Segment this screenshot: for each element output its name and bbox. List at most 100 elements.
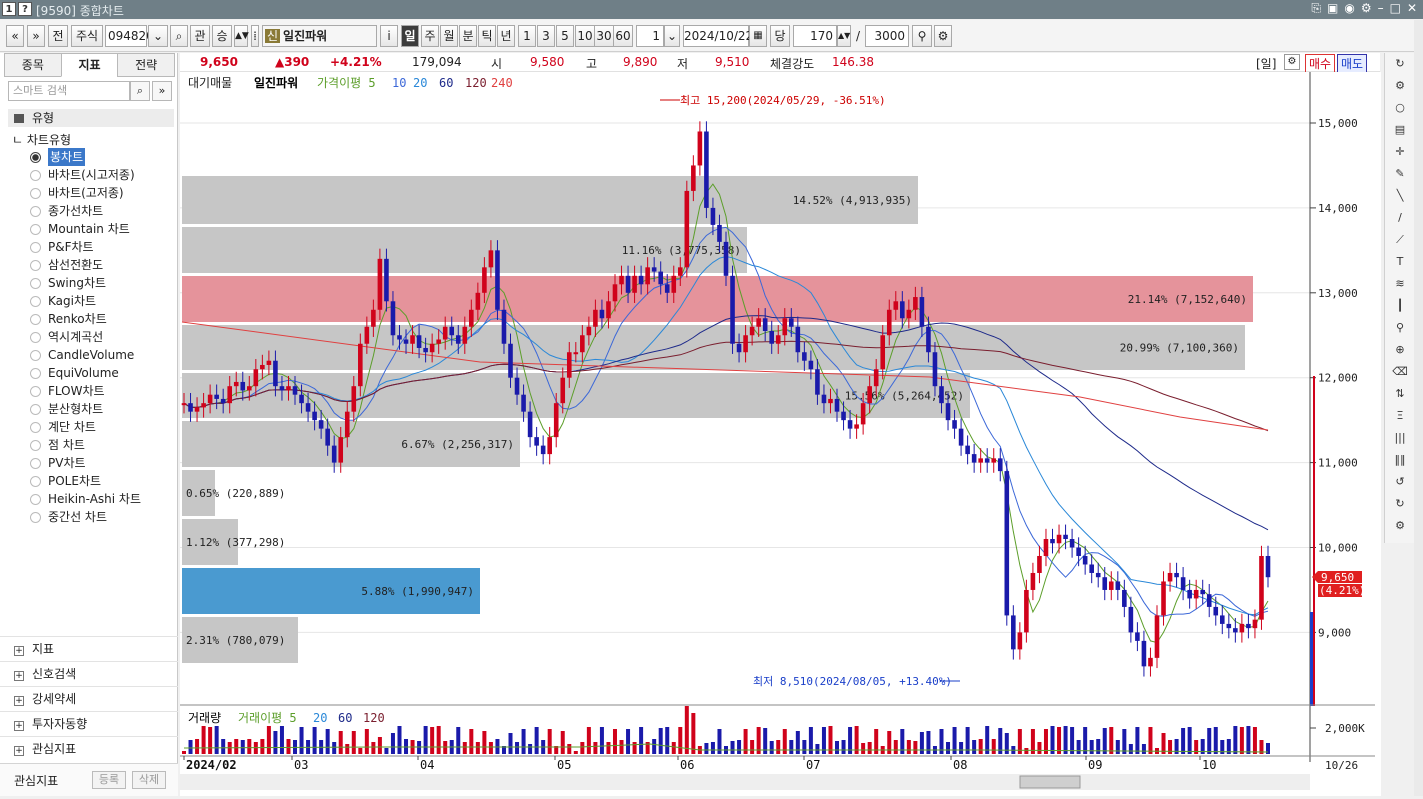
minimize-icon[interactable]: –	[1378, 1, 1384, 16]
fibonacci-icon[interactable]: ≋	[1385, 273, 1415, 295]
chart-type-item[interactable]: EquiVolume	[30, 364, 141, 382]
minute-10[interactable]: 10	[575, 25, 595, 47]
text-tool-icon[interactable]: T	[1385, 251, 1415, 273]
unit-input[interactable]: 1	[636, 25, 664, 47]
calendar-icon[interactable]: ▦	[749, 25, 767, 47]
fav-add-button[interactable]: 등록	[92, 771, 126, 789]
radio-icon[interactable]	[30, 403, 41, 415]
search-icon[interactable]: ⌕	[170, 25, 188, 47]
radio-icon[interactable]	[30, 313, 41, 325]
minute-5[interactable]: 5	[556, 25, 574, 47]
count-input[interactable]: 170	[793, 25, 837, 47]
jeon-button[interactable]: 전	[48, 25, 68, 47]
chart-type-item[interactable]: 분산형차트	[30, 400, 141, 418]
chart-type-item[interactable]: PV차트	[30, 454, 141, 472]
menu-icon[interactable]: 1	[2, 2, 16, 16]
chart-type-item[interactable]: Swing차트	[30, 274, 141, 292]
columns-icon[interactable]: ‖‖	[1385, 449, 1415, 471]
radio-icon[interactable]	[30, 475, 41, 487]
chart-type-item[interactable]: P&F차트	[30, 238, 141, 256]
undo-icon[interactable]: ↺	[1385, 471, 1415, 493]
magnify-icon[interactable]: ⚲	[1385, 317, 1415, 339]
settings-gear-icon[interactable]: ⚙	[934, 25, 952, 47]
window-scrollbar[interactable]	[1414, 20, 1423, 796]
eraser-icon[interactable]: ⌫	[1385, 361, 1415, 383]
diagonal-line-icon[interactable]: /	[1385, 207, 1415, 229]
auto-line-icon[interactable]: ⟋	[1385, 229, 1415, 251]
market-select[interactable]: 주식	[71, 25, 103, 47]
chart-type-item[interactable]: Heikin-Ashi 차트	[30, 490, 141, 508]
redo-icon[interactable]: ↻	[1385, 493, 1415, 515]
candle-tool-icon[interactable]: ┃	[1385, 295, 1415, 317]
chart-type-item[interactable]: 역시계곡선	[30, 328, 141, 346]
maximize-icon[interactable]: □	[1390, 1, 1401, 16]
help-icon[interactable]: ?	[18, 2, 32, 16]
chart-type-item[interactable]: Mountain 차트	[30, 220, 141, 238]
radio-icon[interactable]	[30, 295, 41, 307]
folder-item[interactable]: + 투자자동향	[0, 711, 178, 736]
line-tool-icon[interactable]: ╲	[1385, 185, 1415, 207]
chart-type-item[interactable]: POLE차트	[30, 472, 141, 490]
expand-plus-icon[interactable]: +	[14, 721, 24, 731]
period-tick[interactable]: 틱	[478, 25, 496, 47]
date-input[interactable]: 2024/10/22	[683, 25, 753, 47]
radio-icon[interactable]	[30, 187, 41, 199]
prev-button[interactable]: «	[6, 25, 24, 47]
settings-icon[interactable]: ⚙	[1385, 515, 1415, 537]
circle-icon[interactable]: ○	[1385, 97, 1415, 119]
seung-button[interactable]: 승	[212, 25, 232, 47]
candle-chart[interactable]: 14.52% (4,913,935) 11.16% (3,775,358) 21.1…	[180, 72, 1381, 796]
dang-button[interactable]: 당	[770, 25, 790, 47]
stock-code-input[interactable]: 094820	[105, 25, 154, 47]
gear-icon[interactable]: ⚙	[1385, 75, 1415, 97]
chart-type-item[interactable]: 삼선전환도	[30, 256, 141, 274]
zoom-icon[interactable]: ⚲	[912, 25, 932, 47]
gwan-button[interactable]: 관	[190, 25, 210, 47]
camera-icon[interactable]: ◉	[1344, 1, 1354, 16]
next-button[interactable]: »	[27, 25, 45, 47]
bars-icon[interactable]: |||	[1385, 427, 1415, 449]
tab-indicators[interactable]: 지표	[60, 53, 119, 77]
radio-icon[interactable]	[30, 349, 41, 361]
sell-button[interactable]: 매도	[1337, 54, 1368, 73]
minute-3[interactable]: 3	[537, 25, 555, 47]
radio-icon[interactable]	[30, 241, 41, 253]
minute-1[interactable]: 1	[518, 25, 536, 47]
folder-item[interactable]: + 지표	[0, 636, 178, 661]
radio-icon[interactable]	[30, 151, 41, 163]
tab-stocks[interactable]: 종목	[4, 53, 62, 77]
radio-icon[interactable]	[30, 205, 41, 217]
tab-strategy[interactable]: 전략	[117, 53, 176, 77]
chart-type-item[interactable]: 바차트(고저종)	[30, 184, 141, 202]
chart-type-item[interactable]: 봉차트	[30, 148, 141, 166]
buy-button[interactable]: 매수	[1305, 54, 1336, 73]
radio-icon[interactable]	[30, 169, 41, 181]
chart-type-item[interactable]: FLOW차트	[30, 382, 141, 400]
period-week[interactable]: 주	[421, 25, 439, 47]
zoom-in-icon[interactable]: ⊕	[1385, 339, 1415, 361]
flip-icon[interactable]: ⇅	[1385, 383, 1415, 405]
radio-icon[interactable]	[30, 277, 41, 289]
radio-icon[interactable]	[30, 421, 41, 433]
chart-type-item[interactable]: Renko차트	[30, 310, 141, 328]
expand-plus-icon[interactable]: +	[14, 696, 24, 706]
radio-icon[interactable]	[30, 511, 41, 523]
period-month[interactable]: 월	[440, 25, 458, 47]
grid-icon[interactable]: Ξ	[1385, 405, 1415, 427]
chart-type-item[interactable]: 점 차트	[30, 436, 141, 454]
count-stepper-icon[interactable]: ▲▼	[837, 25, 851, 47]
period-year[interactable]: 년	[497, 25, 515, 47]
close-icon[interactable]: ✕	[1407, 1, 1417, 16]
dock-icon[interactable]: ▣	[1327, 1, 1338, 16]
radio-icon[interactable]	[30, 457, 41, 469]
expand-icon[interactable]: »	[152, 81, 172, 101]
splitter-icon[interactable]: ⁞	[251, 25, 259, 47]
radio-icon[interactable]	[30, 439, 41, 451]
unit-dropdown-icon[interactable]: ⌄	[664, 25, 680, 47]
chart-analysis-icon[interactable]: ▤	[1385, 119, 1415, 141]
radio-icon[interactable]	[30, 385, 41, 397]
chart-type-item[interactable]: 종가선차트	[30, 202, 141, 220]
chart-type-item[interactable]: CandleVolume	[30, 346, 141, 364]
quote-settings-icon[interactable]: ⚙	[1284, 54, 1300, 70]
period-minute[interactable]: 분	[459, 25, 477, 47]
